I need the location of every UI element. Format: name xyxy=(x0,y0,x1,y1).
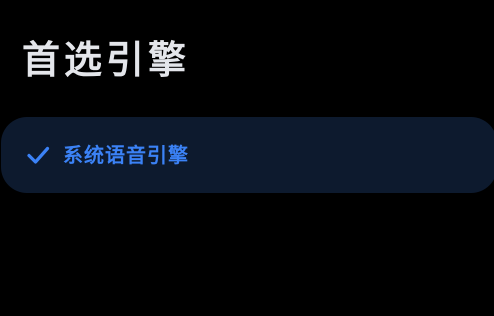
engine-option-system-tts[interactable]: 系统语音引擎 xyxy=(1,117,494,193)
page-title: 首选引擎 xyxy=(22,38,191,82)
engine-option-label: 系统语音引擎 xyxy=(63,143,189,167)
check-icon xyxy=(26,143,50,167)
